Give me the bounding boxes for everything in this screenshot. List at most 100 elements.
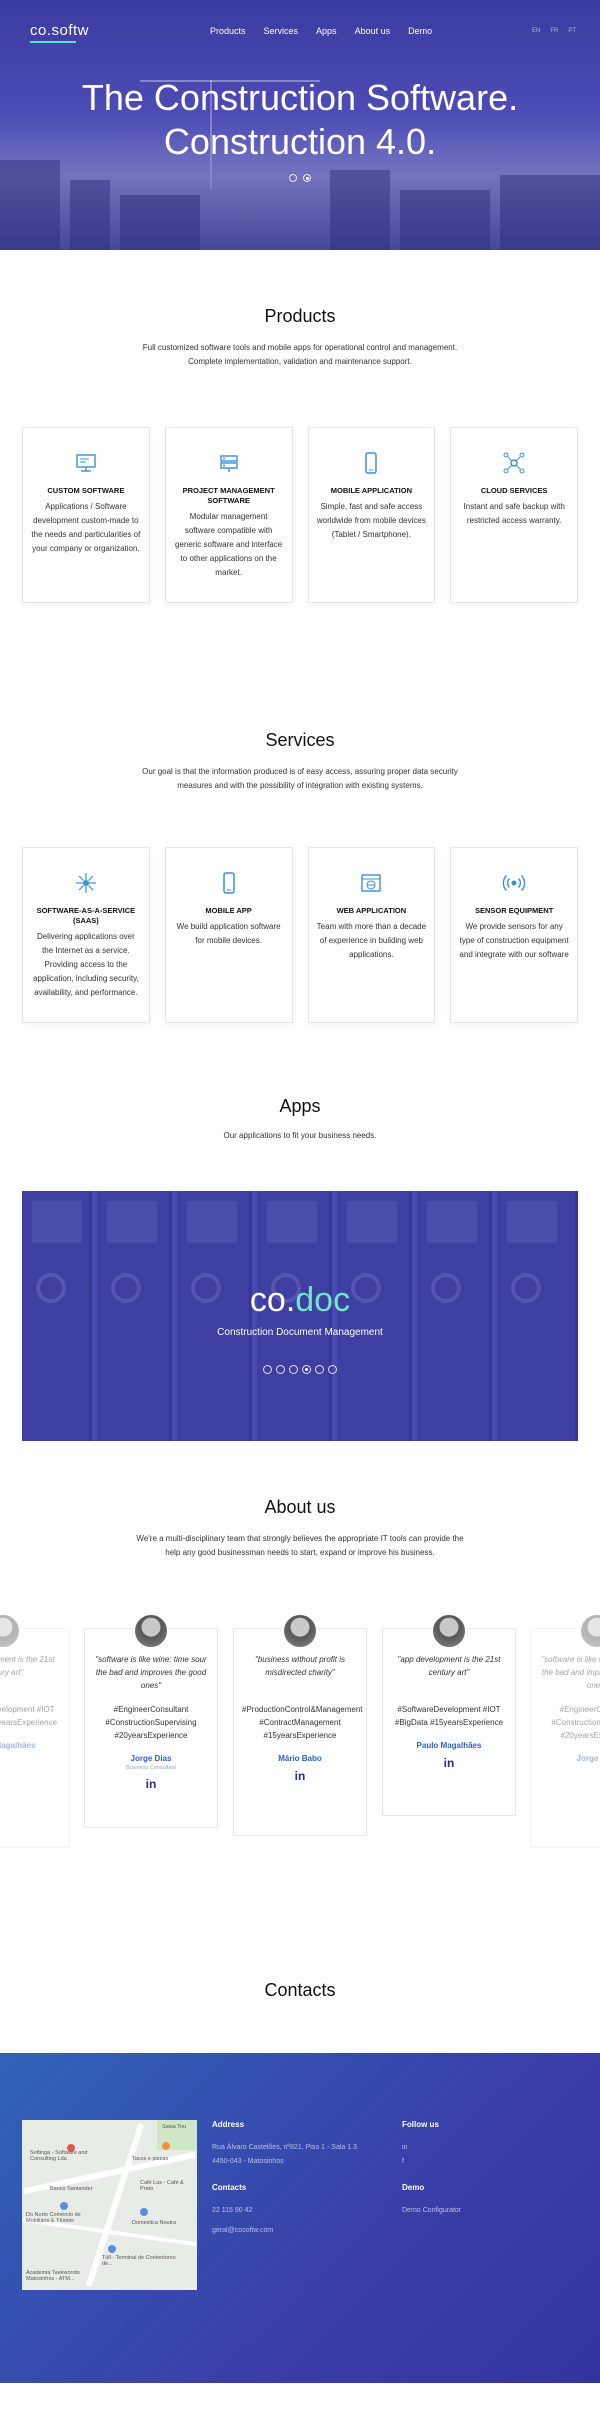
app-dot-5[interactable] [315, 1365, 324, 1374]
apps-section: Apps Our applications to fit your busine… [0, 1096, 600, 1143]
nav-services[interactable]: Services [264, 26, 299, 36]
map-label: Salsa Tou [162, 2124, 187, 2130]
smartphone-icon [222, 872, 235, 894]
map-label: Banco Santander [50, 2186, 93, 2192]
services-cards: SOFTWARE-AS-A-SERVICE (SAAS) Delivering … [0, 847, 600, 1023]
map-label: Domestica Noutra [132, 2220, 177, 2226]
team-member-card: "software is like wine: time sour the ba… [530, 1613, 600, 1848]
main-menu: Products Services Apps About us Demo [210, 26, 432, 36]
app-dot-4[interactable] [302, 1365, 311, 1374]
products-description: Full customized software tools and mobil… [142, 343, 458, 366]
logo[interactable]: co.softw [30, 22, 89, 43]
cloud-network-icon [503, 452, 525, 474]
member-name[interactable]: Paulo Magalhães [0, 1741, 61, 1750]
avatar [282, 1613, 318, 1649]
hero-title-line1: The Construction Software. [81, 77, 519, 118]
map-label: Softinga - Software and Consulting Lda [30, 2150, 88, 2162]
team-member-card: "app development is the 21st century art… [382, 1613, 516, 1816]
map-label: Do Norte Comércio de Mobiliário E Têxtei… [26, 2212, 81, 2224]
nav-apps[interactable]: Apps [316, 26, 337, 36]
products-cards: CUSTOM SOFTWARE Applications / Software … [0, 427, 600, 603]
team-carousel[interactable]: "app development is the 21st century art… [0, 1613, 600, 1848]
linkedin-icon[interactable]: in [391, 1756, 507, 1770]
card-text: Delivering applications over the Interne… [33, 932, 139, 997]
services-title: Services [265, 730, 335, 750]
map-label: Café Lus - Café & Prato [140, 2180, 184, 2192]
member-name[interactable]: Jorge Dias [539, 1754, 600, 1763]
member-quote: "software is like wine: time sour the ba… [541, 1655, 600, 1690]
member-tags: #SoftwareDevelopment #IOT #BigData #15ye… [394, 1705, 504, 1727]
apps-description: Our applications to fit your business ne… [223, 1131, 377, 1140]
app-dot-2[interactable] [276, 1365, 285, 1374]
card-title: CLOUD SERVICES [480, 486, 548, 495]
card-title: SOFTWARE-AS-A-SERVICE (SAAS) [36, 906, 136, 925]
location-map[interactable]: Salsa Tou Softinga - Software and Consul… [22, 2120, 197, 2290]
avatar [133, 1613, 169, 1649]
contacts-section: Contacts [0, 1980, 600, 2001]
server-icon [219, 455, 238, 472]
computer-icon [76, 454, 96, 472]
linkedin-link-icon[interactable]: in [402, 2141, 552, 2155]
services-section: Services Our goal is that the informatio… [0, 730, 600, 1023]
member-name[interactable]: Jorge Dias [93, 1754, 209, 1763]
card-title: MOBILE APPLICATION [330, 486, 412, 495]
team-member-card: "app development is the 21st century art… [0, 1613, 70, 1848]
nav-demo[interactable]: Demo [408, 26, 432, 36]
nav-products[interactable]: Products [210, 26, 246, 36]
smartphone-icon [365, 452, 378, 474]
service-card-mobile-app: MOBILE APP We build application software… [164, 847, 293, 1023]
hero-section: co.softw Products Services Apps About us… [0, 0, 600, 250]
top-navigation: co.softw Products Services Apps About us… [0, 20, 600, 44]
member-name[interactable]: Mário Babo [242, 1754, 358, 1763]
app-dot-1[interactable] [263, 1365, 272, 1374]
lang-en[interactable]: EN [532, 28, 540, 34]
card-title: SENSOR EQUIPMENT [474, 906, 554, 915]
member-tags: #ProductionControl&Management #ContractM… [242, 1705, 363, 1740]
follow-title: Follow us [402, 2120, 439, 2129]
language-switcher: EN FR PT [532, 28, 576, 34]
phone-link[interactable]: 22 115 90 42 [212, 2204, 392, 2218]
product-card-mobile-application: MOBILE APPLICATION Simple, fast and safe… [307, 427, 436, 603]
app-dot-6[interactable] [328, 1365, 337, 1374]
services-description: Our goal is that the information produce… [142, 767, 458, 790]
hero-dot-1[interactable] [289, 174, 297, 182]
lang-pt[interactable]: PT [568, 28, 576, 34]
footer-social: Follow us in f Demo Demo Configurator [402, 2120, 552, 2218]
team-member-card: "software is like wine: time sour the ba… [84, 1613, 218, 1828]
address-title: Address [212, 2120, 245, 2129]
linkedin-icon[interactable]: in [242, 1769, 358, 1783]
service-card-sensor-equipment: SENSOR EQUIPMENT We provide sensors for … [450, 847, 578, 1023]
member-tags: #EngineerConsultant #ConstructionSupervi… [105, 1705, 197, 1740]
member-name[interactable]: Paulo Magalhães [391, 1741, 507, 1750]
hero-title-line2: Construction 4.0. [163, 121, 437, 162]
card-text: Modular management software compatible w… [175, 512, 283, 577]
team-member-card: "business without profit is misdirected … [233, 1613, 367, 1836]
map-label: Tacos e pizzas [132, 2156, 169, 2162]
web-icon [361, 874, 382, 892]
apps-title: Apps [279, 1096, 321, 1116]
contacts-subtitle: Contacts [212, 2183, 247, 2192]
member-tags: #SoftwareDevelopment #IOT #BigData #15ye… [0, 1705, 58, 1727]
app-name-prefix: co. [249, 1281, 296, 1319]
facebook-link-icon[interactable]: f [402, 2155, 552, 2169]
hero-dot-2[interactable] [303, 174, 311, 182]
apps-carousel[interactable]: co.doc Construction Document Management [22, 1191, 578, 1441]
app-dot-3[interactable] [289, 1365, 298, 1374]
card-text: Team with more than a decade of experien… [316, 922, 427, 959]
sensor-icon [502, 875, 526, 891]
demo-configurator-link[interactable]: Demo Configurator [402, 2204, 552, 2218]
about-description: We're a multi-disciplinary team that str… [136, 1534, 464, 1557]
address-line2: 4450-043 - Matosinhos [212, 2158, 284, 2165]
card-title: PROJECT MANAGEMENT SOFTWARE [182, 486, 275, 505]
nav-about-us[interactable]: About us [355, 26, 391, 36]
product-card-custom-software: CUSTOM SOFTWARE Applications / Software … [22, 427, 150, 603]
email-link[interactable]: geral@cosoftw.com [212, 2224, 392, 2238]
linkedin-icon[interactable]: in [93, 1777, 209, 1791]
lang-fr[interactable]: FR [550, 28, 558, 34]
service-card-saas: SOFTWARE-AS-A-SERVICE (SAAS) Delivering … [22, 847, 150, 1023]
products-title: Products [264, 306, 336, 326]
product-card-cloud-services: CLOUD SERVICES Instant and safe backup w… [450, 427, 578, 603]
avatar [579, 1613, 600, 1649]
member-quote: "app development is the 21st century art… [397, 1655, 501, 1677]
app-name-suffix: doc [295, 1281, 351, 1319]
